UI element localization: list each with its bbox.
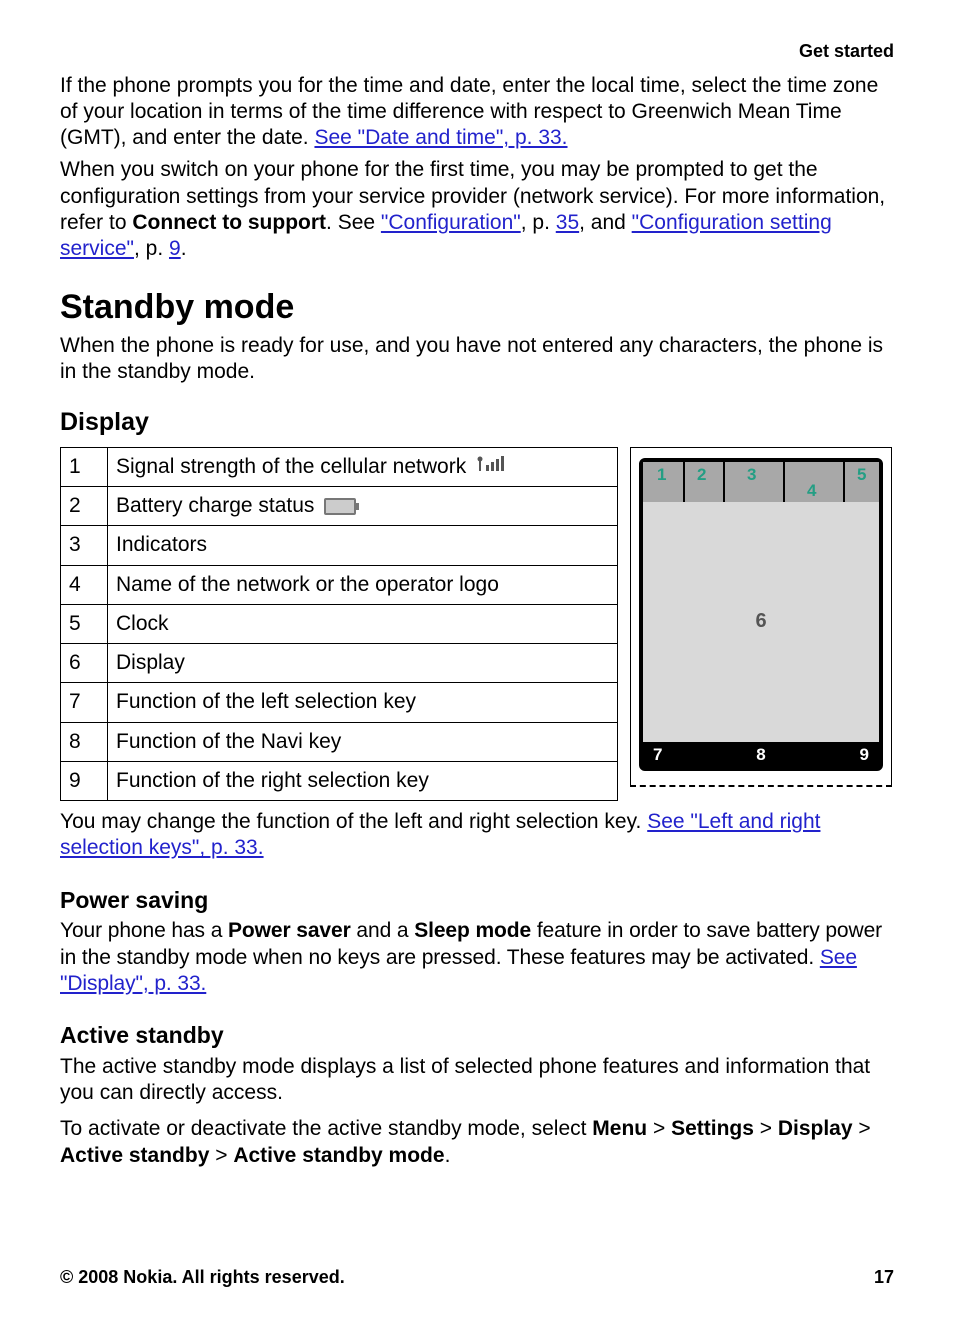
link-configuration[interactable]: "Configuration": [381, 211, 521, 234]
header-section: Get started: [60, 40, 894, 63]
phone-diagram: 1 2 3 4 5 6 7 8 9: [630, 447, 892, 787]
table-row: 4 Name of the network or the operator lo…: [61, 565, 618, 604]
paragraph-active-standby-desc: The active standby mode displays a list …: [60, 1054, 894, 1107]
text: .: [181, 237, 187, 260]
cell-number: 7: [61, 683, 108, 722]
text-bold-sleep-mode: Sleep mode: [414, 919, 531, 942]
cell-text: Name of the network or the operator logo: [108, 565, 618, 604]
menu-step: Menu: [592, 1117, 647, 1140]
table-row: 6 Display: [61, 644, 618, 683]
text: and a: [351, 919, 415, 942]
table-row: 3 Indicators: [61, 526, 618, 565]
table-row: 2 Battery charge status: [61, 487, 618, 526]
table-row: 5 Clock: [61, 604, 618, 643]
cell-text: Display: [108, 644, 618, 683]
cell-number: 1: [61, 447, 108, 487]
cell-text: Signal strength of the cellular network: [108, 447, 618, 487]
cell-text: Indicators: [108, 526, 618, 565]
cell-text: Function of the left selection key: [108, 683, 618, 722]
callout-7: 7: [653, 744, 662, 765]
callout-9: 9: [860, 744, 869, 765]
menu-step: Display: [778, 1117, 853, 1140]
phone-softkey-bar: 7 8 9: [643, 742, 879, 767]
link-date-and-time[interactable]: See "Date and time", p. 33.: [314, 126, 567, 149]
callout-5: 5: [857, 464, 866, 485]
text: .: [445, 1144, 451, 1167]
text: Signal strength of the cellular network: [116, 455, 472, 478]
cell-text: Clock: [108, 604, 618, 643]
text: You may change the function of the left …: [60, 810, 647, 833]
callout-8: 8: [756, 744, 765, 765]
separator: >: [209, 1144, 233, 1167]
table-row: 1 Signal strength of the cellular networ…: [61, 447, 618, 487]
cell-text: Function of the Navi key: [108, 722, 618, 761]
text: . See: [326, 211, 381, 234]
paragraph-configuration: When you switch on your phone for the fi…: [60, 157, 894, 262]
cell-number: 4: [61, 565, 108, 604]
cell-text: Battery charge status: [108, 487, 618, 526]
phone-status-bar: 1 2 3 4 5: [643, 462, 879, 502]
display-row-container: 1 Signal strength of the cellular networ…: [60, 447, 894, 802]
signal-strength-icon: [476, 454, 506, 480]
copyright-text: © 2008 Nokia. All rights reserved.: [60, 1266, 345, 1289]
text-bold-power-saver: Power saver: [228, 919, 351, 942]
paragraph-selection-keys: You may change the function of the left …: [60, 809, 894, 862]
text: To activate or deactivate the active sta…: [60, 1117, 592, 1140]
page-number: 17: [874, 1266, 894, 1289]
cell-number: 9: [61, 761, 108, 800]
heading-active-standby: Active standby: [60, 1021, 894, 1050]
menu-step: Active standby mode: [233, 1144, 444, 1167]
paragraph-active-standby-path: To activate or deactivate the active sta…: [60, 1116, 894, 1169]
page: Get started If the phone prompts you for…: [0, 0, 954, 1322]
phone-display-area: 6: [643, 502, 879, 742]
text: Your phone has a: [60, 919, 228, 942]
display-table: 1 Signal strength of the cellular networ…: [60, 447, 618, 802]
separator: >: [647, 1117, 671, 1140]
cell-number: 5: [61, 604, 108, 643]
table-row: 8 Function of the Navi key: [61, 722, 618, 761]
table-row: 9 Function of the right selection key: [61, 761, 618, 800]
callout-1: 1: [657, 464, 666, 485]
footer: © 2008 Nokia. All rights reserved. 17: [60, 1266, 894, 1289]
separator: >: [853, 1117, 871, 1140]
paragraph-time-date: If the phone prompts you for the time an…: [60, 73, 894, 152]
paragraph-standby-intro: When the phone is ready for use, and you…: [60, 333, 894, 386]
text: , and: [579, 211, 632, 234]
battery-icon: [324, 498, 356, 515]
cell-text: Function of the right selection key: [108, 761, 618, 800]
link-page-9[interactable]: 9: [169, 237, 181, 260]
text: , p.: [134, 237, 169, 260]
link-page-35[interactable]: 35: [556, 211, 579, 234]
cell-number: 3: [61, 526, 108, 565]
cell-number: 8: [61, 722, 108, 761]
cell-number: 2: [61, 487, 108, 526]
callout-6: 6: [755, 609, 766, 634]
cell-number: 6: [61, 644, 108, 683]
text-bold-connect-to-support: Connect to support: [132, 211, 326, 234]
paragraph-power-saving: Your phone has a Power saver and a Sleep…: [60, 918, 894, 997]
heading-standby-mode: Standby mode: [60, 286, 894, 329]
text: Battery charge status: [116, 494, 320, 517]
callout-2: 2: [697, 464, 706, 485]
table-row: 7 Function of the left selection key: [61, 683, 618, 722]
callout-4: 4: [807, 480, 816, 501]
menu-step: Active standby: [60, 1144, 209, 1167]
menu-step: Settings: [671, 1117, 754, 1140]
heading-power-saving: Power saving: [60, 886, 894, 915]
phone-screen: 1 2 3 4 5 6 7 8 9: [639, 458, 883, 771]
separator: >: [754, 1117, 778, 1140]
heading-display: Display: [60, 407, 894, 438]
callout-3: 3: [747, 464, 756, 485]
text: , p.: [521, 211, 556, 234]
